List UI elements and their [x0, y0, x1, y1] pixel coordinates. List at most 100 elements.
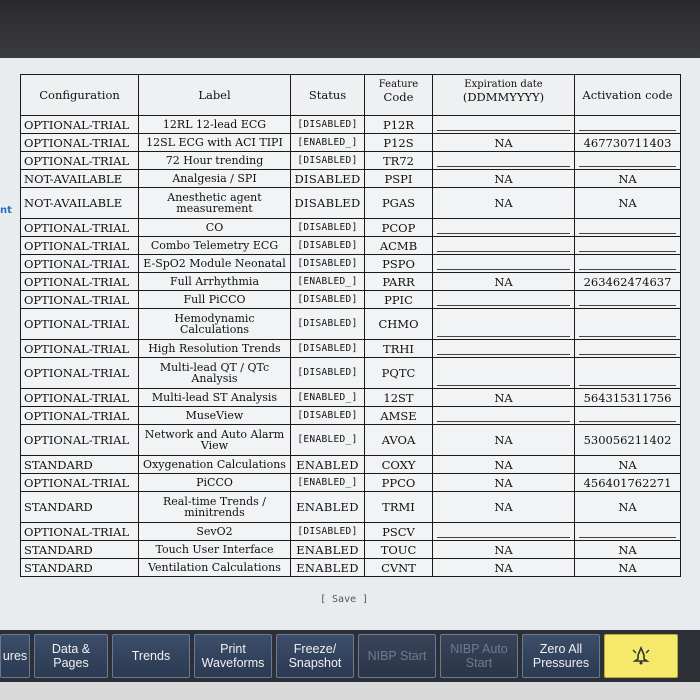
feature-code-cell: CHMO — [364, 308, 433, 340]
status-cell[interactable]: DISABLED — [290, 169, 365, 188]
activation-code-cell[interactable] — [574, 339, 681, 358]
status-cell[interactable]: ENABLED — [290, 491, 365, 523]
expiration-cell[interactable]: NA — [432, 558, 575, 577]
status-cell[interactable]: ENABLED — [290, 540, 365, 559]
toolbar-button-3[interactable]: Print Waveforms — [194, 634, 272, 678]
activation-code-cell[interactable] — [574, 254, 681, 273]
activation-code-cell[interactable]: NA — [574, 558, 681, 577]
status-cell[interactable]: [DISABLED] — [290, 115, 365, 134]
activation-code-cell[interactable] — [574, 151, 681, 170]
entry-field-line — [579, 421, 676, 422]
toolbar-button-1[interactable]: Data & Pages — [34, 634, 108, 678]
activation-code-cell[interactable]: NA — [574, 455, 681, 474]
activation-code-cell[interactable] — [574, 522, 681, 541]
configuration-cell: OPTIONAL-TRIAL — [20, 290, 139, 309]
activation-code-cell[interactable]: NA — [574, 540, 681, 559]
table-row: OPTIONAL-TRIAL 12RL 12-lead ECG [DISABLED]… — [20, 115, 681, 134]
expiration-cell[interactable]: NA — [432, 133, 575, 152]
activation-code-cell[interactable] — [574, 357, 681, 389]
activation-code-cell[interactable] — [574, 236, 681, 255]
table-row: OPTIONAL-TRIAL PiCCO [ENABLED_] PPCO NA 45640… — [20, 473, 681, 492]
activation-code-cell[interactable]: NA — [574, 187, 681, 219]
bottom-toolbar: ures Data & Pages Trends Print Waveforms Fre… — [0, 630, 700, 682]
activation-code-cell[interactable]: 467730711403 — [574, 133, 681, 152]
expiration-cell[interactable] — [432, 236, 575, 255]
status-cell[interactable]: [DISABLED] — [290, 254, 365, 273]
status-cell[interactable]: ENABLED — [290, 558, 365, 577]
configuration-cell: OPTIONAL-TRIAL — [20, 308, 139, 340]
toolbar-button-7[interactable]: Zero All Pressures — [522, 634, 600, 678]
activation-code-cell[interactable]: NA — [574, 491, 681, 523]
toolbar-button-8[interactable] — [604, 634, 678, 678]
expiration-cell[interactable] — [432, 357, 575, 389]
status-cell[interactable]: ENABLED — [290, 455, 365, 474]
status-cell[interactable]: [ENABLED_] — [290, 473, 365, 492]
activation-code-cell[interactable] — [574, 115, 681, 134]
activation-code-cell[interactable] — [574, 218, 681, 237]
status-cell[interactable]: [DISABLED] — [290, 218, 365, 237]
activation-code-cell[interactable]: 564315311756 — [574, 388, 681, 407]
expiration-cell[interactable] — [432, 522, 575, 541]
feature-label-cell: Multi-lead ST Analysis — [138, 388, 291, 407]
toolbar-button-0[interactable]: ures — [0, 634, 30, 678]
toolbar-button-label: NIBP Start — [367, 649, 427, 663]
feature-code-cell: PARR — [364, 272, 433, 291]
save-button[interactable]: [ Save ] — [320, 594, 368, 605]
expiration-cell[interactable]: NA — [432, 473, 575, 492]
entry-field-line — [437, 305, 570, 306]
toolbar-button-4[interactable]: Freeze/ Snapshot — [276, 634, 354, 678]
status-cell[interactable]: [DISABLED] — [290, 308, 365, 340]
activation-code-cell[interactable] — [574, 406, 681, 425]
feature-code-cell: TOUC — [364, 540, 433, 559]
activation-code-cell[interactable] — [574, 290, 681, 309]
col-feature-code-top: Feature — [378, 78, 419, 90]
status-cell[interactable]: [DISABLED] — [290, 339, 365, 358]
toolbar-button-2[interactable]: Trends — [112, 634, 190, 678]
status-cell[interactable]: [DISABLED] — [290, 236, 365, 255]
status-cell[interactable]: DISABLED — [290, 187, 365, 219]
entry-field-line — [579, 269, 676, 270]
configuration-cell: OPTIONAL-TRIAL — [20, 339, 139, 358]
expiration-cell[interactable] — [432, 290, 575, 309]
toolbar-button-5[interactable]: NIBP Start — [358, 634, 436, 678]
activation-code-cell[interactable]: 263462474637 — [574, 272, 681, 291]
activation-code-cell[interactable] — [574, 308, 681, 340]
feature-label-cell: 12SL ECG with ACI TIPI — [138, 133, 291, 152]
expiration-cell[interactable] — [432, 406, 575, 425]
status-cell[interactable]: [DISABLED] — [290, 406, 365, 425]
activation-code-cell[interactable]: 456401762271 — [574, 473, 681, 492]
status-cell[interactable]: [DISABLED] — [290, 522, 365, 541]
expiration-cell[interactable]: NA — [432, 455, 575, 474]
expiration-cell[interactable] — [432, 115, 575, 134]
expiration-cell[interactable]: NA — [432, 424, 575, 456]
expiration-cell[interactable]: NA — [432, 491, 575, 523]
status-cell[interactable]: [DISABLED] — [290, 290, 365, 309]
status-cell[interactable]: [ENABLED_] — [290, 272, 365, 291]
configuration-cell: NOT-AVAILABLE — [20, 169, 139, 188]
expiration-cell[interactable] — [432, 308, 575, 340]
activation-code-cell[interactable]: 530056211402 — [574, 424, 681, 456]
col-activation: Activation code — [574, 74, 681, 116]
configuration-cell: STANDARD — [20, 540, 139, 559]
expiration-cell[interactable] — [432, 218, 575, 237]
expiration-cell[interactable] — [432, 254, 575, 273]
expiration-cell[interactable]: NA — [432, 540, 575, 559]
entry-field-line — [437, 130, 570, 131]
status-cell[interactable]: [ENABLED_] — [290, 388, 365, 407]
feature-code-cell: TR72 — [364, 151, 433, 170]
toolbar-button-6[interactable]: NIBP Auto Start — [440, 634, 518, 678]
configuration-cell: OPTIONAL-TRIAL — [20, 115, 139, 134]
status-cell[interactable]: [ENABLED_] — [290, 424, 365, 456]
status-cell[interactable]: [DISABLED] — [290, 151, 365, 170]
expiration-cell[interactable]: NA — [432, 272, 575, 291]
expiration-cell[interactable] — [432, 151, 575, 170]
col-expiration: Expiration date (DDMMYYYY) — [432, 74, 575, 116]
expiration-cell[interactable] — [432, 339, 575, 358]
status-cell[interactable]: [ENABLED_] — [290, 133, 365, 152]
feature-label-cell: E-SpO2 Module Neonatal — [138, 254, 291, 273]
expiration-cell[interactable]: NA — [432, 388, 575, 407]
expiration-cell[interactable]: NA — [432, 187, 575, 219]
status-cell[interactable]: [DISABLED] — [290, 357, 365, 389]
expiration-cell[interactable]: NA — [432, 169, 575, 188]
activation-code-cell[interactable]: NA — [574, 169, 681, 188]
